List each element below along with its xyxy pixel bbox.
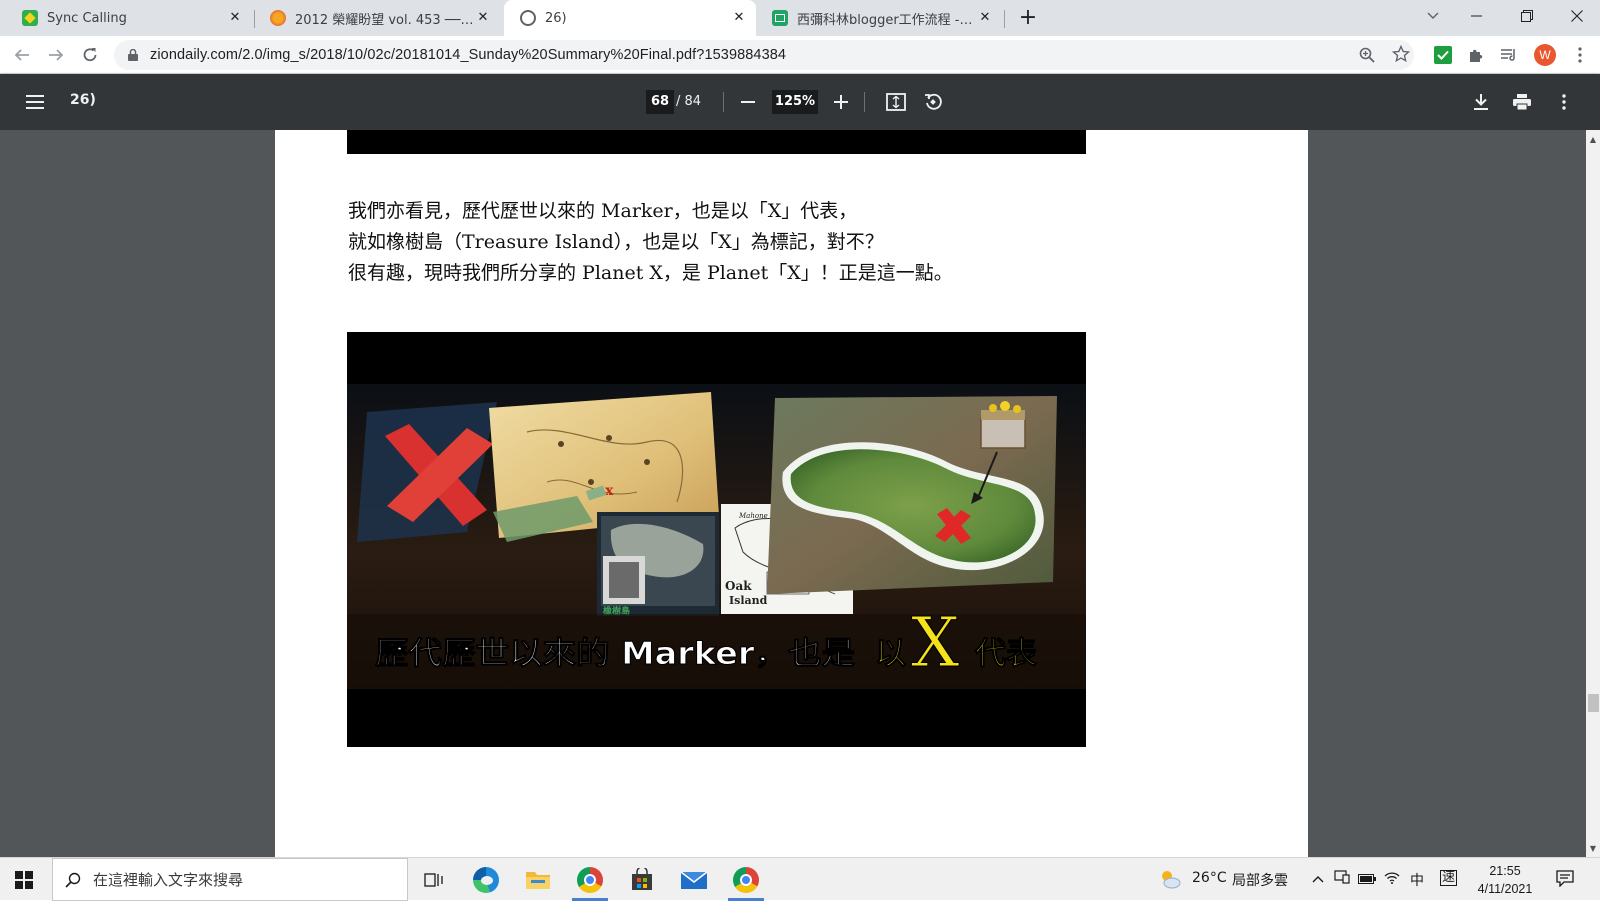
search-placeholder: 在這裡輸入文字來搜尋 xyxy=(93,871,244,889)
browser-toolbar: ziondaily.com/2.0/img_s/2018/10/02c/2018… xyxy=(0,36,1600,74)
page-total-label: / 84 xyxy=(676,94,702,109)
lock-icon[interactable] xyxy=(126,48,140,62)
weather-temperature[interactable]: 26°C xyxy=(1192,870,1227,886)
toolbar-separator xyxy=(723,92,724,112)
ime-language[interactable]: 中 xyxy=(1410,870,1424,890)
slide-caption-x: X xyxy=(911,604,960,683)
sun-favicon xyxy=(270,10,286,26)
paragraph-line: 就如橡樹島（Treasure Island），也是以「X」為標記，對不？ xyxy=(348,231,884,253)
print-icon[interactable] xyxy=(1510,90,1534,114)
clock-time: 21:55 xyxy=(1489,864,1521,878)
rotate-icon[interactable] xyxy=(921,90,945,114)
slide-caption-white: 歷代歷世以來的 Marker，也是 xyxy=(375,636,855,672)
close-tab-icon[interactable]: ✕ xyxy=(226,9,244,27)
tab-sync-calling[interactable]: Sync Calling ✕ xyxy=(8,0,252,36)
download-icon[interactable] xyxy=(1469,90,1493,114)
pdf-document-title: 26) xyxy=(70,92,96,108)
windows-taskbar: 在這裡輸入文字來搜尋 26°C 局部多雲 中 速 21:55 4/11/2021 xyxy=(0,857,1600,901)
svg-text:Oak: Oak xyxy=(725,579,752,593)
address-bar[interactable]: ziondaily.com/2.0/img_s/2018/10/02c/2018… xyxy=(114,40,1414,70)
reload-icon[interactable] xyxy=(76,41,104,69)
minimize-icon[interactable] xyxy=(1454,0,1500,32)
sync-calling-favicon xyxy=(22,10,38,26)
tab-title: Sync Calling xyxy=(47,10,127,26)
tab-google-sheets[interactable]: 西彌科林blogger工作流程 - Goo ✕ xyxy=(758,0,1002,36)
chrome-icon[interactable] xyxy=(566,858,614,901)
reading-list-icon[interactable] xyxy=(1499,45,1519,65)
taskbar-clock[interactable]: 21:55 4/11/2021 xyxy=(1460,862,1550,898)
close-window-icon[interactable] xyxy=(1554,0,1600,32)
slide-caption-yellow: 代表 xyxy=(974,636,1037,672)
globe-icon xyxy=(520,10,536,26)
pdf-page: 我們亦看見，歷代歷世以來的 Marker，也是以「X」代表， 就如橡樹島（Tre… xyxy=(275,130,1308,857)
close-tab-icon[interactable]: ✕ xyxy=(730,9,748,27)
browser-menu-icon[interactable] xyxy=(1570,45,1590,65)
slide-caption-yellow: 以 xyxy=(875,636,906,672)
extensions-puzzle-icon[interactable] xyxy=(1466,45,1486,65)
checkmark-extension-icon[interactable] xyxy=(1433,45,1453,65)
pdf-toolbar: 26) 68 / 84 125% xyxy=(0,74,1600,130)
slide-image: x 橡樹島 Mahone Bay Oak Island 歷代歷世以來的 Mark… xyxy=(347,332,1086,747)
sidebar-menu-icon[interactable] xyxy=(23,90,47,114)
scroll-up-icon[interactable]: ▲ xyxy=(1587,134,1599,146)
back-icon[interactable] xyxy=(8,41,36,69)
wifi-icon[interactable] xyxy=(1384,870,1400,888)
store-icon[interactable] xyxy=(618,858,666,901)
tab-title: 26) xyxy=(545,10,567,26)
scroll-down-icon[interactable]: ▼ xyxy=(1587,843,1599,855)
tab-title: 西彌科林blogger工作流程 - Goo xyxy=(797,12,976,28)
battery-icon[interactable] xyxy=(1358,873,1376,888)
edge-icon[interactable] xyxy=(462,858,510,901)
display-icon[interactable] xyxy=(1334,870,1350,888)
zoom-out-icon[interactable] xyxy=(736,90,760,114)
bookmark-star-icon[interactable] xyxy=(1392,45,1410,63)
profile-avatar[interactable]: W xyxy=(1534,44,1556,66)
zoom-level-input[interactable]: 125% xyxy=(772,90,818,114)
svg-text:x: x xyxy=(605,483,614,499)
mail-icon[interactable] xyxy=(670,858,718,901)
page-paragraph: 我們亦看見，歷代歷世以來的 Marker，也是以「X」代表， 就如橡樹島（Tre… xyxy=(348,196,1088,289)
more-options-icon[interactable] xyxy=(1552,90,1576,114)
new-tab-button[interactable]: + xyxy=(1014,4,1042,32)
fit-page-icon[interactable] xyxy=(884,90,908,114)
svg-text:Island: Island xyxy=(729,594,768,607)
task-view-icon[interactable] xyxy=(410,858,458,901)
close-tab-icon[interactable]: ✕ xyxy=(474,9,492,27)
windows-start-icon[interactable] xyxy=(0,858,48,901)
page-number-input[interactable]: 68 xyxy=(646,90,674,114)
weather-description[interactable]: 局部多雲 xyxy=(1232,870,1288,890)
toolbar-separator xyxy=(864,92,865,112)
zoom-in-icon[interactable] xyxy=(829,90,853,114)
forward-icon[interactable] xyxy=(42,41,70,69)
ime-mode[interactable]: 速 xyxy=(1440,870,1458,886)
tab-pdf-active[interactable]: 26) ✕ xyxy=(504,0,756,36)
notifications-icon[interactable] xyxy=(1556,869,1574,891)
paragraph-line: 我們亦看見，歷代歷世以來的 Marker，也是以「X」代表， xyxy=(348,200,858,222)
slide-artwork: x 橡樹島 Mahone Bay Oak Island 歷代歷世以來的 Mark… xyxy=(347,384,1086,689)
tab-title: 2012 榮耀盼望 vol. 453 ──「星 xyxy=(295,12,474,28)
search-icon xyxy=(65,872,81,888)
url-text: ziondaily.com/2.0/img_s/2018/10/02c/2018… xyxy=(150,47,787,63)
clock-date: 4/11/2021 xyxy=(1477,882,1533,896)
google-sheets-favicon xyxy=(772,10,788,26)
tab-search-icon[interactable] xyxy=(1410,0,1456,32)
previous-image-bottom xyxy=(347,130,1086,154)
file-explorer-icon[interactable] xyxy=(514,858,562,901)
restore-icon[interactable] xyxy=(1504,0,1550,32)
tab-rongyao[interactable]: 2012 榮耀盼望 vol. 453 ──「星 ✕ xyxy=(256,0,500,36)
vertical-scrollbar[interactable] xyxy=(1586,130,1600,857)
chrome-icon-active[interactable] xyxy=(722,858,770,901)
tab-separator xyxy=(1004,10,1005,28)
weather-icon[interactable] xyxy=(1158,868,1182,894)
scrollbar-thumb[interactable] xyxy=(1588,694,1599,712)
zoom-icon[interactable] xyxy=(1358,46,1376,64)
taskbar-search-box[interactable]: 在這裡輸入文字來搜尋 xyxy=(52,858,408,901)
tab-strip: Sync Calling ✕ 2012 榮耀盼望 vol. 453 ──「星 ✕… xyxy=(0,0,1600,36)
close-tab-icon[interactable]: ✕ xyxy=(976,9,994,27)
paragraph-line: 很有趣，現時我們所分享的 Planet X，是 Planet「X」！正是這一點。 xyxy=(348,262,953,284)
tab-separator xyxy=(254,10,255,28)
show-hidden-icons-icon[interactable] xyxy=(1312,872,1324,887)
pdf-viewer[interactable]: 我們亦看見，歷代歷世以來的 Marker，也是以「X」代表， 就如橡樹島（Tre… xyxy=(0,130,1600,857)
